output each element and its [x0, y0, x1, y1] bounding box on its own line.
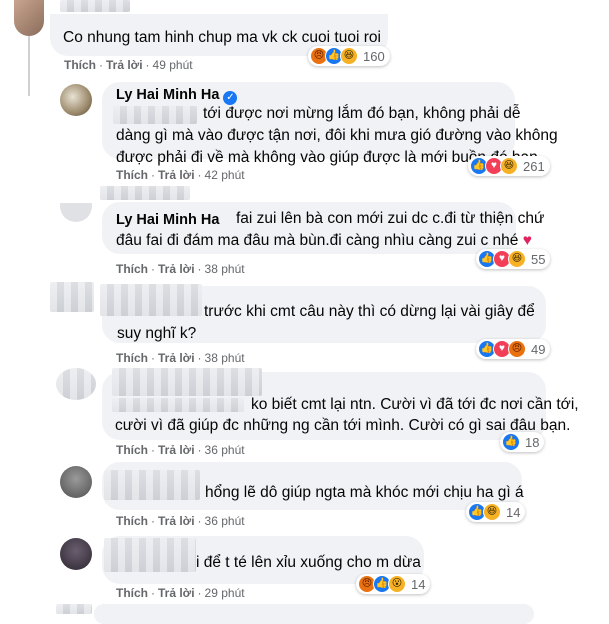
- comment-actions: Thích · Trả lời · 38 phút: [116, 262, 245, 276]
- avatar[interactable]: [60, 190, 92, 222]
- comment-text: fai zui lên bà con mới zui dc c.đi từ th…: [236, 210, 545, 227]
- haha-reaction-icon: 😆: [340, 47, 358, 65]
- reaction-count: 14: [411, 576, 426, 592]
- like-button[interactable]: Thích: [116, 168, 148, 182]
- comment-actions: Thích · Trả lời · 29 phút: [116, 586, 245, 600]
- avatar[interactable]: [60, 84, 92, 116]
- redacted-avatar: [56, 368, 96, 400]
- reaction-summary[interactable]: 👍 ♥ 😆 261: [468, 156, 550, 176]
- reaction-summary[interactable]: 👍 18: [500, 432, 545, 452]
- redacted-avatar: [56, 604, 92, 614]
- reaction-summary[interactable]: 👍 ♥ 😆 55: [476, 249, 551, 269]
- like-reaction-icon: 👍: [502, 433, 520, 451]
- reply-button[interactable]: Trả lời: [106, 58, 143, 72]
- like-button[interactable]: Thích: [116, 514, 148, 528]
- redacted-name: [112, 368, 262, 396]
- reaction-count: 49: [531, 341, 546, 357]
- redacted-name: [104, 538, 196, 572]
- avatar[interactable]: [14, 0, 44, 36]
- reply-button[interactable]: Trả lời: [158, 514, 195, 528]
- reply-button[interactable]: Trả lời: [158, 351, 195, 365]
- comment-bubble: [94, 604, 534, 624]
- comment-text: tới được nơi mừng lắm đó bạn, không phải…: [203, 105, 521, 122]
- comment-actions: Thích · Trả lời · 36 phút: [116, 514, 245, 528]
- like-button[interactable]: Thích: [116, 443, 148, 457]
- haha-reaction-icon: 😆: [500, 157, 518, 175]
- reply-button[interactable]: Trả lời: [158, 168, 195, 182]
- timestamp[interactable]: 38 phút: [205, 351, 245, 365]
- reaction-summary[interactable]: 👍 ♥ 😠 49: [476, 339, 551, 359]
- comment-text: suy nghĩ k?: [117, 325, 197, 342]
- wow-reaction-icon: 😮: [388, 575, 406, 593]
- thread-line: [28, 36, 30, 96]
- redacted-name: [100, 186, 190, 200]
- timestamp[interactable]: 36 phút: [205, 514, 245, 528]
- reaction-count: 18: [525, 434, 540, 450]
- comment-actions: Thích · Trả lời · 38 phút: [116, 351, 245, 365]
- reaction-count: 160: [363, 48, 385, 64]
- reaction-count: 55: [531, 251, 546, 267]
- like-button[interactable]: Thích: [64, 58, 96, 72]
- timestamp[interactable]: 29 phút: [205, 586, 245, 600]
- reaction-summary[interactable]: 😠 👍 😆 160: [308, 46, 390, 66]
- redacted-avatar: [50, 282, 94, 312]
- commenter-name[interactable]: Ly Hai Minh Ha: [116, 212, 219, 228]
- timestamp[interactable]: 38 phút: [205, 262, 245, 276]
- reaction-summary[interactable]: 👍 😆 14: [466, 502, 526, 522]
- comment-actions: Thích · Trả lời · 49 phút: [64, 58, 193, 72]
- comment-text: đâu fai đi đám ma đâu mà bùn.đi càng nhì…: [116, 232, 532, 249]
- reply-button[interactable]: Trả lời: [158, 443, 195, 457]
- timestamp[interactable]: 49 phút: [153, 58, 193, 72]
- reaction-count: 14: [506, 504, 521, 520]
- angry-reaction-icon: 😠: [508, 340, 526, 358]
- comment-actions: Thích · Trả lời · 36 phút: [116, 443, 245, 457]
- reaction-count: 261: [523, 158, 545, 174]
- comment-text: i để t té lên xỉu xuống cho m dừa: [196, 554, 421, 571]
- haha-reaction-icon: 😆: [483, 503, 501, 521]
- heart-emoji-icon: ♥: [522, 232, 532, 249]
- avatar[interactable]: [60, 466, 92, 498]
- timestamp[interactable]: 42 phút: [205, 168, 245, 182]
- redacted-mention: [112, 398, 244, 412]
- redacted-name: [60, 0, 130, 12]
- redacted-name: [104, 470, 200, 500]
- like-button[interactable]: Thích: [116, 586, 148, 600]
- reaction-summary[interactable]: 😠 👍 😮 14: [356, 574, 431, 594]
- reply-button[interactable]: Trả lời: [158, 586, 195, 600]
- redacted-mention: [113, 106, 197, 124]
- comment-text: trước khi cmt câu này thì có dừng lại và…: [204, 303, 535, 320]
- timestamp[interactable]: 36 phút: [205, 443, 245, 457]
- comment-actions: Thích · Trả lời · 42 phút: [116, 168, 245, 182]
- avatar[interactable]: [60, 538, 92, 570]
- reply-button[interactable]: Trả lời: [158, 262, 195, 276]
- redacted-name: [100, 284, 202, 316]
- like-button[interactable]: Thích: [116, 262, 148, 276]
- like-button[interactable]: Thích: [116, 351, 148, 365]
- haha-reaction-icon: 😆: [508, 250, 526, 268]
- comment-text: dàng gì mà vào được tận nơi, đôi khi mưa…: [116, 127, 558, 144]
